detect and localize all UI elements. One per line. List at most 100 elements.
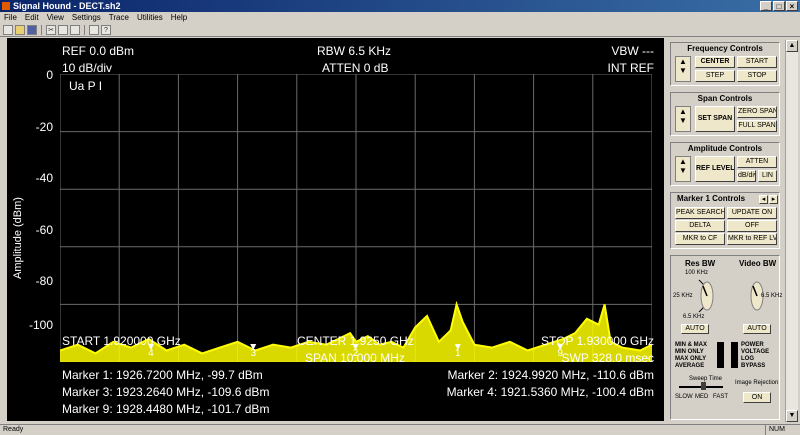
scroll-up-icon[interactable]: ▲	[786, 40, 798, 52]
span-up-down-arrows[interactable]: ▲ ▼	[675, 106, 691, 132]
menu-help[interactable]: Help	[167, 12, 191, 23]
video-bw-title: Video BW	[739, 259, 777, 268]
detector-option[interactable]: MIN ONLY	[675, 349, 704, 355]
start-button[interactable]: START	[737, 56, 777, 68]
title-bar: Signal Hound - DECT.sh2 _ □ ×	[0, 0, 800, 12]
toolbar: ✂ ?	[0, 23, 800, 37]
marker-controls-group: Marker 1 Controls ◂ ▸ PEAK SEARCH UPDATE…	[670, 192, 780, 249]
help-icon[interactable]: ?	[101, 24, 111, 35]
center-button[interactable]: CENTER	[695, 56, 735, 68]
marker-readout: Marker 2: 1924.9920 MHz, -110.6 dBm	[447, 368, 654, 382]
menu-file[interactable]: File	[0, 12, 21, 23]
y-tick: -20	[35, 120, 53, 134]
span-readout: SPAN 10.000 MHz	[305, 351, 405, 365]
processing-option[interactable]: VOLTAGE	[741, 349, 769, 355]
processing-option[interactable]: LOG	[741, 356, 754, 362]
step-button[interactable]: STEP	[695, 70, 735, 82]
marker-off-button[interactable]: OFF	[727, 220, 777, 232]
full-span-button[interactable]: FULL SPAN	[737, 120, 777, 132]
processing-switch[interactable]	[731, 342, 738, 368]
start-freq-readout: START 1.920000 GHz	[62, 334, 181, 348]
menu-utilities[interactable]: Utilities	[133, 12, 167, 23]
ref-level-readout: REF 0.0 dBm	[62, 44, 135, 58]
marker-next-icon[interactable]: ▸	[769, 195, 778, 204]
panel-scrollbar[interactable]: ▲ ▼	[785, 40, 798, 422]
int-ref-readout: INT REF	[607, 61, 654, 75]
video-bw-label: 6.5 KHz	[761, 293, 783, 299]
detector-option[interactable]: MIN & MAX	[675, 342, 707, 348]
save-icon[interactable]	[27, 24, 37, 35]
marker-prev-icon[interactable]: ◂	[759, 195, 768, 204]
new-file-icon[interactable]	[3, 24, 13, 35]
close-button[interactable]: ×	[786, 1, 798, 11]
menu-view[interactable]: View	[43, 12, 68, 23]
window-title: Signal Hound - DECT.sh2	[13, 1, 121, 11]
detector-switch[interactable]	[717, 342, 724, 368]
y-tick: -80	[35, 274, 53, 288]
freq-up-down-arrows[interactable]: ▲ ▼	[675, 56, 691, 82]
scroll-down-icon[interactable]: ▼	[786, 410, 798, 422]
sweep-slow-label: SLOW	[675, 394, 693, 400]
copy-icon[interactable]	[58, 24, 68, 35]
scale-readout: 10 dB/div	[62, 61, 113, 75]
detector-option[interactable]: AVERAGE	[675, 363, 704, 369]
amplitude-controls-title: Amplitude Controls	[687, 144, 763, 153]
atten-button[interactable]: ATTEN	[737, 156, 777, 168]
minimize-button[interactable]: _	[760, 1, 772, 11]
mkr-to-cf-button[interactable]: MKR to CF	[675, 233, 725, 245]
peak-search-button[interactable]: PEAK SEARCH	[675, 207, 725, 219]
spectrum-plot[interactable]: 1234 9	[60, 74, 652, 362]
marker-label: 4	[148, 348, 154, 359]
span-controls-title: Span Controls	[697, 94, 753, 103]
paste-icon[interactable]	[70, 24, 80, 35]
res-bw-knob[interactable]	[695, 278, 719, 314]
y-tick: -40	[35, 171, 53, 185]
zero-span-button[interactable]: ZERO SPAN	[737, 106, 777, 118]
print-icon[interactable]	[89, 24, 99, 35]
sweep-time-readout: SWP 328.0 msec	[561, 351, 654, 365]
marker-label: 1	[455, 348, 461, 359]
processing-option[interactable]: POWER	[741, 342, 764, 348]
trace-label: Ua P I	[69, 79, 103, 93]
ref-level-button[interactable]: REF LEVEL	[695, 156, 735, 182]
center-freq-readout: CENTER 1.9250 GHz	[297, 334, 414, 348]
marker-readout: Marker 4: 1921.5360 MHz, -100.4 dBm	[446, 385, 654, 399]
menu-trace[interactable]: Trace	[105, 12, 133, 23]
update-on-button[interactable]: UPDATE ON	[727, 207, 777, 219]
vbw-readout: VBW ---	[611, 44, 654, 58]
maximize-button[interactable]: □	[773, 1, 785, 11]
status-bar: Ready NUM	[0, 424, 800, 435]
open-folder-icon[interactable]	[15, 24, 25, 35]
marker-readout: Marker 1: 1926.7200 MHz, -99.7 dBm	[62, 368, 263, 382]
y-tick: 0	[46, 68, 53, 82]
delta-button[interactable]: DELTA	[675, 220, 725, 232]
sweep-time-thumb[interactable]	[701, 382, 706, 390]
detector-option[interactable]: MAX ONLY	[675, 356, 706, 362]
res-bw-auto-button[interactable]: AUTO	[681, 324, 709, 334]
db-div-button[interactable]: dB/div	[737, 170, 756, 182]
frequency-controls-group: Frequency Controls ▲ ▼ CENTER START STEP …	[670, 42, 780, 86]
video-bw-auto-button[interactable]: AUTO	[743, 324, 771, 334]
sweep-med-label: MED	[695, 394, 709, 400]
bandwidth-group: Res BW Video BW 100 KHz 25 KHz 6.5 KHz 6…	[670, 255, 783, 420]
y-tick: -100	[28, 318, 53, 332]
stop-freq-readout: STOP 1.930000 GHz	[541, 334, 654, 348]
processing-option[interactable]: BYPASS	[741, 363, 765, 369]
frequency-controls-title: Frequency Controls	[687, 44, 763, 53]
menu-settings[interactable]: Settings	[68, 12, 105, 23]
lin-button[interactable]: LIN	[758, 170, 777, 182]
image-rejection-on-button[interactable]: ON	[743, 392, 771, 403]
amp-up-down-arrows[interactable]: ▲ ▼	[675, 156, 691, 182]
cut-icon[interactable]: ✂	[46, 24, 56, 35]
y-tick: -60	[35, 223, 53, 237]
marker-readout: Marker 9: 1928.4480 MHz, -101.7 dBm	[62, 402, 270, 416]
res-bw-title: Res BW	[685, 259, 716, 268]
set-span-button[interactable]: SET SPAN	[695, 106, 735, 132]
marker-readout: Marker 3: 1923.2640 MHz, -109.6 dBm	[62, 385, 270, 399]
stop-button[interactable]: STOP	[737, 70, 777, 82]
amplitude-controls-group: Amplitude Controls ▲ ▼ REF LEVEL ATTEN dB…	[670, 142, 780, 186]
mkr-to-ref-button[interactable]: MKR to REF LVL	[727, 233, 777, 245]
atten-readout: ATTEN 0 dB	[322, 61, 389, 75]
menu-edit[interactable]: Edit	[21, 12, 43, 23]
menu-bar: File Edit View Settings Trace Utilities …	[0, 12, 800, 23]
